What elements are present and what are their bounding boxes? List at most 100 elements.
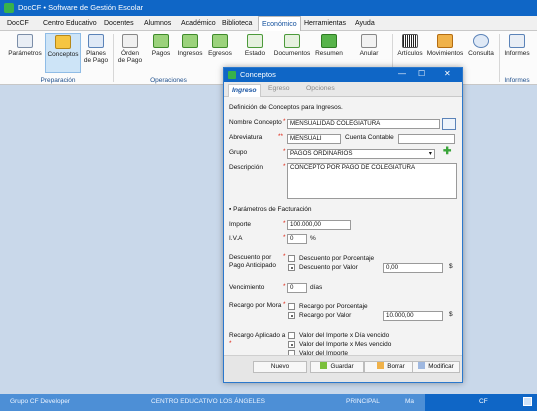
required-mark: * xyxy=(283,163,286,170)
iva-percent-label: % xyxy=(310,235,316,242)
guardar-label: Guardar xyxy=(330,363,354,370)
required-mark: * xyxy=(283,118,286,125)
dialog-title: Conceptos xyxy=(240,70,276,79)
vencimiento-input[interactable]: 0 xyxy=(287,283,307,293)
ingresos-button[interactable]: Ingresos xyxy=(175,34,205,57)
parametros-heading-text: Parámetros de Facturación xyxy=(233,206,312,213)
cuenta-input[interactable] xyxy=(398,134,455,144)
dialog-footer: Nuevo Guardar Borrar Modificar xyxy=(224,355,462,382)
desc-valor-radio[interactable] xyxy=(288,264,295,271)
documentos-icon xyxy=(284,34,300,48)
tab-egreso[interactable]: Egreso xyxy=(268,85,290,92)
planes-de-pago-button[interactable]: Planes de Pago xyxy=(82,34,110,64)
borrar-icon xyxy=(377,362,385,369)
nuevo-button[interactable]: Nuevo xyxy=(253,361,307,373)
articulos-button[interactable]: Artículos xyxy=(396,34,424,57)
informes-icon xyxy=(509,34,525,48)
guardar-button[interactable]: Guardar xyxy=(310,361,364,373)
parametros-label: Parámetros xyxy=(8,50,42,57)
grupo-value: PAGOS ORDINARIOS xyxy=(290,150,353,157)
tab-opciones[interactable]: Opciones xyxy=(306,85,335,92)
menu-alumnos[interactable]: Alumnos xyxy=(141,16,174,31)
vencimiento-unit: días xyxy=(310,284,323,291)
parametros-button[interactable]: Parámetros xyxy=(6,34,44,57)
add-icon[interactable]: ✚ xyxy=(443,146,451,157)
vencimiento-label: Vencimiento xyxy=(229,284,265,291)
menu-ayuda[interactable]: Ayuda xyxy=(352,16,378,31)
grupo-select[interactable]: PAGOS ORDINARIOS ▾ xyxy=(287,149,435,159)
required-mark: * xyxy=(283,148,286,155)
magnifier-icon xyxy=(473,34,489,48)
recargo-valor-input[interactable]: 10.000,00 xyxy=(383,311,443,321)
maximize-icon[interactable]: ☐ xyxy=(418,69,425,78)
ingresos-label: Ingresos xyxy=(177,50,203,57)
dialog-tabs: Ingreso Egreso Opciones xyxy=(224,82,462,97)
required-mark: * xyxy=(283,283,286,290)
resumen-button[interactable]: Resumen xyxy=(313,34,345,57)
status-user: Grupo CF Developer xyxy=(10,398,70,405)
required-mark: * xyxy=(283,234,286,241)
planes-label-1: Planes xyxy=(86,50,106,57)
dialog-logo-icon xyxy=(228,71,236,79)
estado-icon xyxy=(247,34,263,48)
rec-valor-radio[interactable] xyxy=(288,312,295,319)
anular-label: Anular xyxy=(359,50,379,57)
anular-button[interactable]: Anular xyxy=(356,34,382,57)
group-preparacion: Preparación xyxy=(40,77,76,84)
borrar-label: Borrar xyxy=(387,363,405,370)
estado-label: Estado xyxy=(244,50,266,57)
dialog-body: Definición de Conceptos para Ingresos. N… xyxy=(224,97,462,357)
recargo-currency: $ xyxy=(449,311,453,318)
lookup-button[interactable] xyxy=(442,118,456,130)
estado-button[interactable]: Estado xyxy=(242,34,268,57)
documentos-button[interactable]: Documentos xyxy=(272,34,312,57)
app-titlebar: DocCF • Software de Gestión Escolar xyxy=(0,0,537,16)
group-informes: Informes xyxy=(504,77,530,84)
rec-porcentaje-radio[interactable] xyxy=(288,303,295,310)
articulos-label: Artículos xyxy=(397,50,423,57)
tab-ingreso[interactable]: Ingreso xyxy=(228,84,261,97)
conceptos-dialog: Conceptos — ☐ ✕ Ingreso Egreso Opciones … xyxy=(223,67,463,383)
menu-academico[interactable]: Académico xyxy=(178,16,219,31)
importe-input[interactable]: 100.000,00 xyxy=(287,220,351,230)
menu-docentes[interactable]: Docentes xyxy=(101,16,137,31)
orden-de-pago-button[interactable]: Órden de Pago xyxy=(116,34,144,64)
menu-economico[interactable]: Económico xyxy=(258,16,301,31)
minimize-icon[interactable]: — xyxy=(398,69,406,78)
desc-valor-label: Descuento por Valor xyxy=(299,264,358,271)
informes-button[interactable]: Informes xyxy=(502,34,532,57)
planes-label-2: de Pago xyxy=(83,57,109,64)
apl-dia-label: Valor del Importe x Día vencido xyxy=(299,332,390,339)
descripcion-textarea[interactable]: CONCEPTO POR PAGO DE COLEGIATURA xyxy=(287,163,457,199)
grupo-label: Grupo xyxy=(229,149,248,156)
resumen-icon xyxy=(321,34,337,48)
movimientos-button[interactable]: Movimientos xyxy=(425,34,465,57)
consulta-button[interactable]: Consulta xyxy=(466,34,496,57)
pagos-icon xyxy=(153,34,169,48)
abreviatura-input[interactable]: MENSUALI xyxy=(287,134,341,144)
close-icon[interactable]: ✕ xyxy=(444,69,451,78)
menu-herramientas[interactable]: Herramientas xyxy=(301,16,349,31)
calendar-icon[interactable] xyxy=(523,397,532,406)
menu-centro-educativo[interactable]: Centro Educativo xyxy=(40,16,100,31)
dialog-heading: Definición de Conceptos para Ingresos. xyxy=(229,104,343,111)
egresos-button[interactable]: Egresos xyxy=(206,34,234,57)
rec-porcentaje-label: Recargo por Porcentaje xyxy=(299,303,368,310)
pagos-button[interactable]: Pagos xyxy=(149,34,173,57)
egresos-icon xyxy=(212,34,228,48)
iva-input[interactable]: 0 xyxy=(287,234,307,244)
descuento-valor-input[interactable]: 0,00 xyxy=(383,263,443,273)
desc-porcentaje-radio[interactable] xyxy=(288,255,295,262)
required-mark: ** xyxy=(278,133,284,140)
documentos-label: Documentos xyxy=(273,50,311,57)
conceptos-button[interactable]: Conceptos xyxy=(45,33,81,73)
menu-biblioteca[interactable]: Biblioteca xyxy=(219,16,255,31)
ingresos-icon xyxy=(182,34,198,48)
apl-mes-radio[interactable] xyxy=(288,341,295,348)
app-title: DocCF • Software de Gestión Escolar xyxy=(18,3,144,12)
borrar-button[interactable]: Borrar xyxy=(364,361,418,373)
menu-doccf[interactable]: DocCF xyxy=(4,16,32,31)
apl-dia-checkbox[interactable] xyxy=(288,332,295,339)
nombre-input[interactable]: MENSUALIDAD COLEGIATURA xyxy=(287,119,440,129)
modificar-button[interactable]: Modificar xyxy=(412,361,460,373)
